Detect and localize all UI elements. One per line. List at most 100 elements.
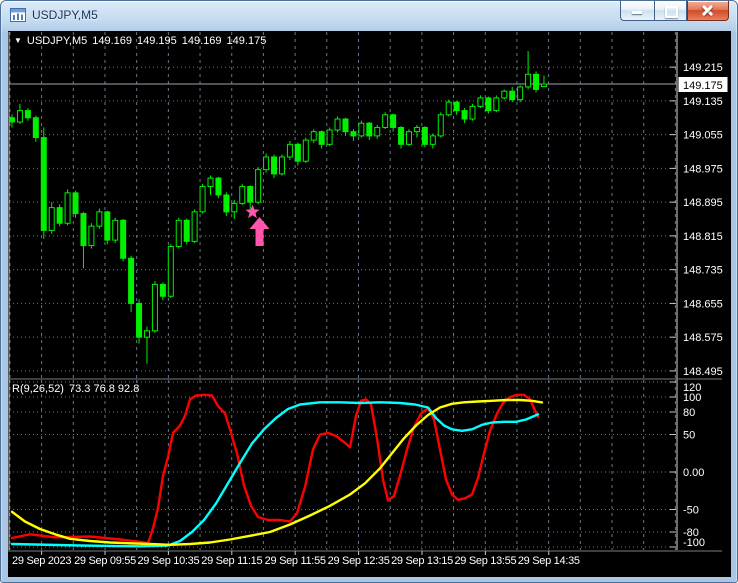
candle-body — [437, 114, 444, 137]
candle-body — [64, 192, 71, 224]
ohlc-low: 149.169 — [181, 35, 222, 47]
symbol-dropdown-icon[interactable]: ▼ — [14, 36, 22, 45]
candle-body — [286, 143, 293, 158]
candle-body — [191, 211, 198, 242]
indicator-axis-label: -50 — [683, 505, 699, 517]
candle-body — [342, 118, 349, 133]
time-axis-label: 29 Sep 14:35 — [517, 555, 580, 567]
time-axis-label: 29 Sep 11:55 — [264, 555, 326, 567]
candle-body — [112, 219, 119, 241]
candle-body — [294, 143, 301, 162]
candle-body — [231, 202, 238, 213]
candle-body — [32, 117, 39, 139]
candle-body — [183, 219, 190, 242]
time-axis-label: 29 Sep 13:55 — [454, 555, 517, 567]
candle-body — [271, 156, 278, 175]
ohlc-high: 149.195 — [137, 35, 177, 47]
candle-body — [413, 126, 420, 133]
candle-body — [278, 156, 285, 175]
close-icon — [701, 9, 714, 12]
candle-body — [350, 131, 357, 137]
chart-canvas[interactable]: 149.215 149.135 149.055 148.975 148.895 148.8… — [8, 31, 731, 577]
candle-body — [533, 73, 540, 90]
candle-body — [540, 83, 547, 88]
candle-body — [310, 131, 317, 141]
maximize-icon — [665, 6, 678, 18]
candle-body — [358, 122, 365, 137]
candle-body — [501, 90, 508, 99]
candle-body — [318, 131, 325, 145]
chart-client-area[interactable]: 149.215 149.135 149.055 148.975 148.895 148.8… — [8, 31, 731, 577]
candle-body — [151, 283, 158, 332]
candle-body — [24, 110, 31, 119]
candle-body — [509, 90, 516, 101]
indicator-axis-label: 50 — [683, 430, 695, 442]
price-axis-label: 148.815 — [683, 231, 723, 243]
window-title: USDJPY,M5 — [32, 7, 98, 22]
candle-body — [239, 186, 246, 204]
candle-body — [429, 135, 436, 145]
candle-body — [88, 225, 95, 247]
candle-body — [199, 186, 206, 213]
candle-body — [493, 97, 500, 112]
price-axis-label: 149.135 — [683, 96, 723, 108]
indicator-axis-label: 80 — [683, 407, 695, 419]
indicator-axis-label: -100 — [683, 537, 705, 549]
app-icon — [10, 8, 26, 22]
candle-body — [469, 105, 476, 120]
candle-body — [406, 131, 412, 145]
buy-star-icon — [245, 204, 260, 219]
candle-body — [56, 207, 63, 224]
time-axis-label: 29 Sep 13:15 — [391, 555, 453, 567]
indicator-header: R(9,26,52) 73.3 76.8 92.8 — [12, 383, 144, 395]
title-bar[interactable]: USDJPY,M5 — [1, 1, 737, 31]
ohlc-close: 149.175 — [226, 35, 267, 47]
time-axis-label: 29 Sep 2023 — [12, 555, 72, 567]
candle-body — [326, 129, 333, 145]
candle-body — [136, 302, 143, 338]
candle-body — [159, 283, 166, 297]
time-axis-label: 29 Sep 10:35 — [137, 555, 200, 567]
indicator-name: R(9,26,52) — [12, 383, 64, 395]
candle-body — [445, 101, 452, 116]
candle-body — [255, 169, 262, 203]
buy-arrow-icon — [249, 217, 270, 246]
candle-body — [302, 139, 309, 162]
candle-body — [40, 137, 47, 231]
candle-body — [96, 211, 103, 227]
candle-body — [167, 245, 174, 297]
candle-body — [525, 73, 532, 88]
time-axis-label: 29 Sep 11:15 — [201, 555, 263, 567]
candle-body — [517, 86, 524, 101]
candle-body — [461, 110, 468, 120]
price-axis-label: 148.655 — [683, 298, 723, 310]
candle-body — [398, 126, 405, 145]
candle-body — [175, 219, 182, 247]
indicator-axis-label: 0.00 — [683, 467, 704, 479]
time-axis[interactable]: 29 Sep 2023 29 Sep 09:55 29 Sep 10:35 29 Se… — [8, 552, 731, 574]
maximize-button[interactable] — [654, 1, 687, 21]
current-price-label: 149.175 — [683, 80, 723, 92]
candle-body — [16, 110, 23, 123]
candle-body — [485, 97, 492, 112]
chart-window: USDJPY,M5 149.215 149.135 149.055 148.975 14… — [0, 0, 738, 583]
symbol-label: USDJPY,M5 — [26, 35, 88, 47]
candle-body — [247, 186, 254, 203]
minimize-button[interactable] — [620, 1, 654, 21]
candle-body — [374, 126, 381, 137]
candle-body — [128, 257, 135, 304]
price-axis-label: 148.735 — [683, 265, 723, 277]
candle-body — [390, 114, 397, 128]
time-axis-label: 29 Sep 09:55 — [74, 555, 136, 567]
ohlc-header: ▼ USDJPY,M5 149.169 149.195 149.169 149.175 — [14, 35, 271, 47]
ohlc-open: 149.169 — [92, 35, 133, 47]
candle-body — [223, 194, 230, 213]
candle-body — [72, 192, 79, 215]
price-axis-label: 148.975 — [683, 163, 723, 175]
price-axis-label: 148.895 — [683, 197, 723, 209]
indicator-axis-label: 100 — [683, 392, 701, 404]
candle-body — [9, 117, 15, 123]
candle-body — [477, 97, 484, 107]
close-button[interactable] — [687, 1, 729, 21]
candle-body — [120, 219, 127, 259]
